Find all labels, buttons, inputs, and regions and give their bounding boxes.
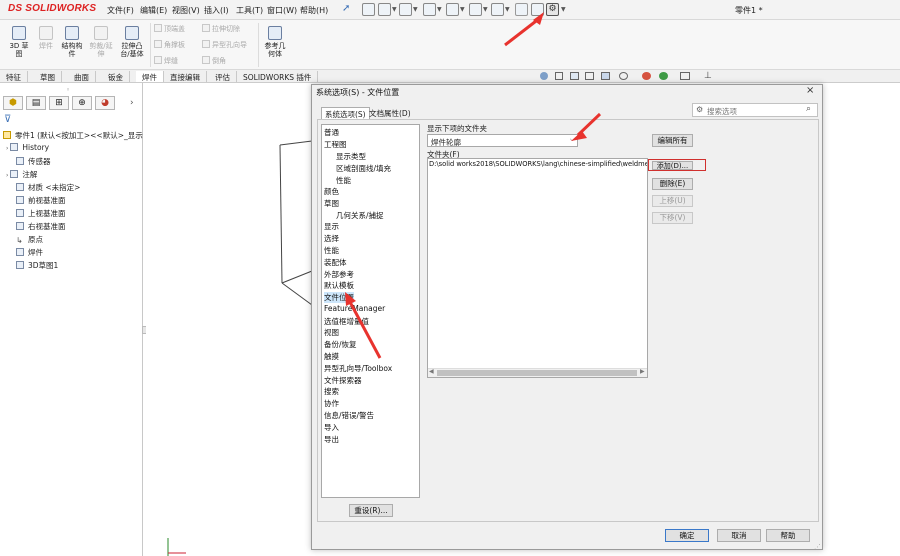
arrow-to-options-icon	[504, 16, 541, 47]
arrow-to-file-locations	[348, 301, 382, 359]
annotation-arrows	[345, 12, 602, 359]
